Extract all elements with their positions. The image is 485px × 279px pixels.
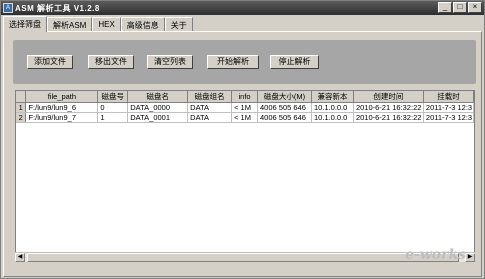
cell-group-name: DATA [187,102,233,113]
column-header-file-path[interactable]: file_path [25,91,99,103]
scroll-right-icon[interactable]: ▶ [465,253,475,262]
clear-list-button[interactable]: 清空列表 [147,55,193,69]
column-header-group-name[interactable]: 磁盘组名 [187,91,233,103]
table-row[interactable]: 2 F:/lun9/lun9_7 1 DATA_0001 DATA < 1M 4… [16,112,474,123]
disk-table[interactable]: file_path 磁盘号 磁盘名 磁盘组名 info 磁盘大小(M) 兼容新本… [15,90,475,262]
cell-size: 4006 505 646 [257,102,312,113]
cell-mounted: 2011-7-3 12:3 [423,112,474,123]
column-header-mounted[interactable]: 挂载时 [423,91,474,103]
column-header-compat[interactable]: 兼容新本 [311,91,354,103]
stop-parse-button[interactable]: 停止解析 [270,55,319,69]
table-header-row: file_path 磁盘号 磁盘名 磁盘组名 info 磁盘大小(M) 兼容新本… [16,91,474,103]
cell-disk-name: DATA_0000 [127,102,189,113]
cell-disk-name: DATA_0001 [127,112,189,123]
column-header-info[interactable]: info [231,91,259,103]
tab-about[interactable]: 关于 [164,17,193,32]
tab-advanced-info[interactable]: 高级信息 [120,17,165,32]
close-icon[interactable]: × [468,2,482,13]
column-header-created[interactable]: 创建时间 [353,91,424,103]
cell-file-path: F:/lun9/lun9_7 [25,112,99,123]
cell-disk-no: 1 [97,112,129,123]
status-bar [3,264,482,277]
column-header-size[interactable]: 磁盘大小(M) [257,91,312,103]
cell-file-path: F:/lun9/lun9_6 [25,102,99,113]
cell-created: 2010-6-21 16:32:22 [353,102,424,113]
watermark-logo: e-works [405,247,467,263]
tab-hex[interactable]: HEX [92,17,121,32]
app-window: A ASM 解析工具 V1.2.8 _ □ × 选择筛盘 解析ASM HEX 高… [0,0,485,279]
cell-info: < 1M [231,112,259,123]
column-header-disk-name[interactable]: 磁盘名 [127,91,189,103]
row-index[interactable]: 2 [16,112,27,123]
window-title: ASM 解析工具 V1.2.8 [15,4,100,13]
cell-mounted: 2011-7-3 12:3 [423,102,474,113]
tab-select-disk[interactable]: 选择筛盘 [3,16,47,32]
minimize-icon[interactable]: _ [438,2,452,13]
tab-strip: 选择筛盘 解析ASM HEX 高级信息 关于 [3,16,193,32]
cell-created: 2010-6-21 16:32:22 [353,112,424,123]
scroll-left-icon[interactable]: ◀ [15,253,25,262]
cell-compat: 10.1.0.0.0 [311,102,354,113]
row-index[interactable]: 1 [16,102,27,113]
cell-disk-no: 0 [97,102,129,113]
title-bar[interactable]: A ASM 解析工具 V1.2.8 _ □ × [1,1,484,15]
remove-file-button[interactable]: 移出文件 [88,55,134,69]
table-row[interactable]: 1 F:/lun9/lun9_6 0 DATA_0000 DATA < 1M 4… [16,102,474,113]
cell-compat: 10.1.0.0.0 [311,112,354,123]
maximize-icon[interactable]: □ [453,2,467,13]
start-parse-button[interactable]: 开始解析 [207,55,259,69]
cell-size: 4006 505 646 [257,112,312,123]
scrollbar-thumb[interactable] [27,253,459,262]
disk-table-grid: file_path 磁盘号 磁盘名 磁盘组名 info 磁盘大小(M) 兼容新本… [16,91,474,123]
app-icon: A [3,3,13,13]
column-header-disk-no[interactable]: 磁盘号 [97,91,129,103]
cell-group-name: DATA [187,112,233,123]
cell-info: < 1M [231,102,259,113]
row-header-corner [16,91,27,103]
tab-parse-asm[interactable]: 解析ASM [47,17,93,32]
window-controls: _ □ × [438,2,482,13]
add-file-button[interactable]: 添加文件 [27,55,73,69]
